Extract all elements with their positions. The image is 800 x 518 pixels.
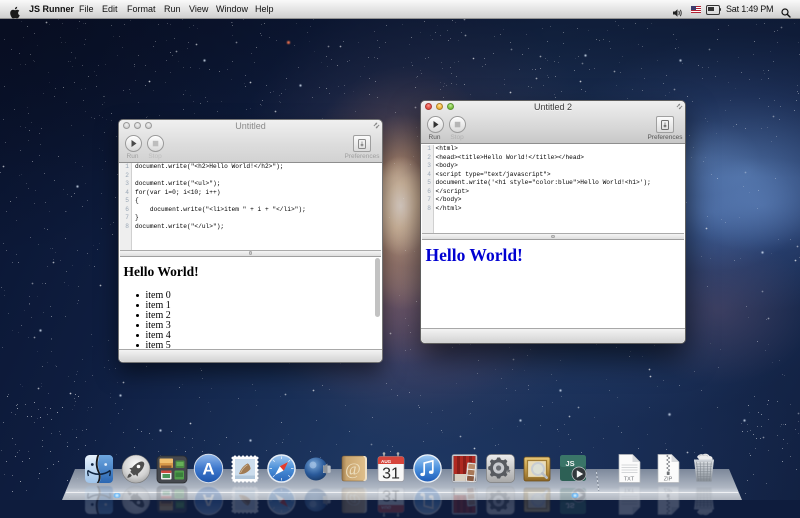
svg-text:ZIP: ZIP	[664, 487, 673, 493]
svg-text:@: @	[345, 491, 361, 510]
svg-text:TXT: TXT	[623, 487, 634, 493]
svg-text:A: A	[202, 491, 214, 510]
svg-text:AUG: AUG	[381, 505, 392, 510]
svg-text:31: 31	[382, 466, 400, 483]
svg-text:A: A	[202, 460, 214, 479]
svg-text:ZIP: ZIP	[664, 477, 673, 483]
svg-text:31: 31	[382, 487, 400, 504]
svg-text:AUG: AUG	[381, 459, 392, 464]
svg-text:@: @	[345, 460, 361, 479]
svg-text:JS: JS	[566, 501, 575, 510]
svg-text:TXT: TXT	[623, 477, 634, 483]
svg-text:JS: JS	[566, 459, 575, 468]
